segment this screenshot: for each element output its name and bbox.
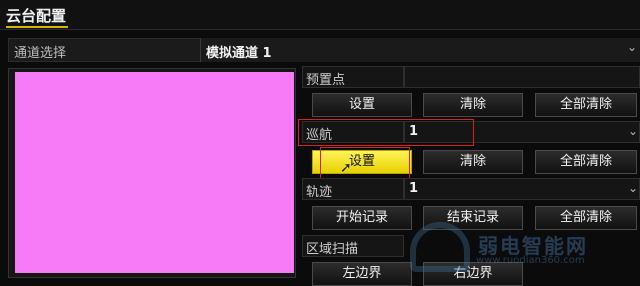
- cruise-clear-button[interactable]: 清除: [423, 150, 523, 174]
- cursor-icon: ➚: [340, 160, 352, 176]
- preset-clear-button[interactable]: 清除: [423, 93, 523, 117]
- preset-set-button[interactable]: 设置: [312, 93, 412, 117]
- cruise-clear-all-button[interactable]: 全部清除: [535, 150, 637, 174]
- cruise-highlight-box: [298, 119, 474, 146]
- preset-label: 预置点: [306, 73, 346, 88]
- channel-value: 模拟通道 1: [206, 46, 272, 61]
- track-value: 1: [409, 181, 419, 196]
- chevron-down-icon[interactable]: ⌄: [627, 40, 637, 54]
- track-label: 轨迹: [306, 185, 333, 200]
- channel-label: 通道选择: [14, 46, 67, 61]
- page-title: 云台配置: [6, 7, 67, 25]
- preset-clear-all-button[interactable]: 全部清除: [535, 93, 637, 117]
- title-underline: [6, 26, 68, 28]
- watermark-url: www.ruodian360.com: [476, 255, 585, 266]
- track-select[interactable]: [404, 178, 640, 200]
- area-scan-label: 区域扫描: [306, 242, 359, 257]
- chevron-down-icon[interactable]: ⌄: [628, 124, 638, 138]
- title-bar: [0, 0, 640, 30]
- track-clear-all-button[interactable]: 全部清除: [535, 206, 637, 230]
- chevron-down-icon[interactable]: ⌄: [628, 181, 638, 195]
- scan-left-button[interactable]: 左边界: [312, 262, 412, 286]
- track-start-button[interactable]: 开始记录: [312, 206, 412, 230]
- video-preview: [15, 72, 294, 273]
- set-button-highlight-box: [320, 147, 410, 179]
- preset-field[interactable]: [404, 66, 640, 88]
